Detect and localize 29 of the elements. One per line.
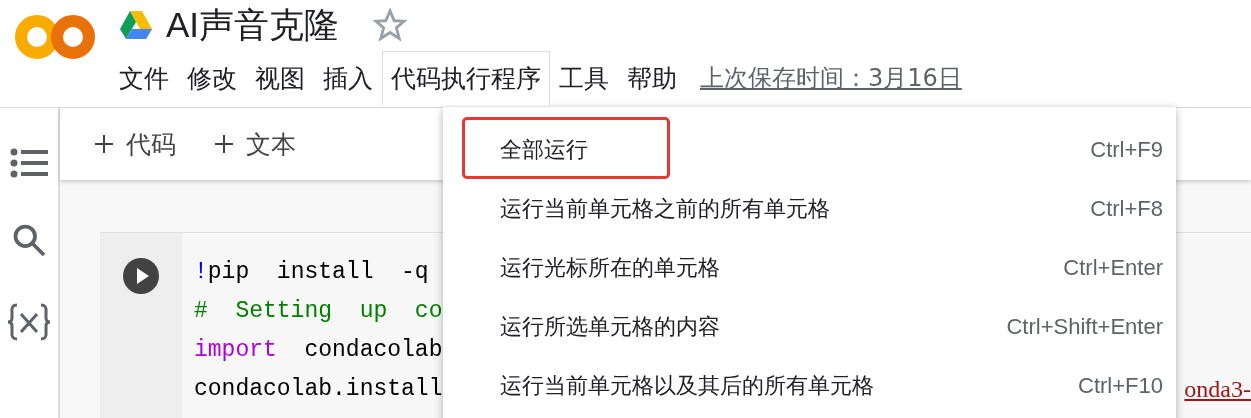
last-saved-link[interactable]: 上次保存时间：3月16日 [700, 62, 962, 94]
dropdown-item[interactable]: 运行所选单元格的内容 [500, 311, 720, 342]
dropdown-item[interactable]: 运行当前单元格之前的所有单元格 [500, 193, 830, 224]
plus-icon [214, 134, 234, 154]
variables-icon[interactable] [7, 302, 51, 342]
run-icon[interactable] [122, 257, 160, 295]
code-line: !pip install -q [194, 258, 429, 287]
list-icon[interactable] [10, 148, 48, 178]
shortcut-label: Ctrl+F9 [1090, 136, 1163, 163]
shortcut-label: Ctrl+Shift+Enter [1006, 313, 1163, 340]
star-icon[interactable] [373, 8, 408, 42]
dropdown-item[interactable]: 运行光标所在的单元格 [500, 252, 720, 283]
code-line: # Setting up co [194, 297, 443, 326]
code-line: import condacolab [194, 336, 443, 365]
plus-icon [94, 134, 114, 154]
notebook-title[interactable]: AI声音克隆 [166, 1, 340, 49]
dropdown-item[interactable]: 运行当前单元格以及其后的所有单元格 [500, 370, 874, 401]
shortcut-label: Ctrl+Enter [1063, 254, 1163, 281]
dropdown-item[interactable]: 全部运行 [500, 134, 588, 165]
shortcut-label: Ctrl+F10 [1078, 372, 1163, 399]
add-cell-button[interactable]: 文本 [210, 127, 300, 161]
logo-icon [14, 14, 96, 60]
add-cell-button[interactable]: 代码 [90, 127, 180, 161]
menu-item[interactable]: 代码执行程序 [382, 51, 550, 105]
code-link[interactable]: onda3- [1184, 370, 1251, 409]
search-icon[interactable] [11, 222, 47, 258]
code-line: condacolab.install [194, 375, 443, 404]
drive-icon [120, 11, 152, 39]
shortcut-label: Ctrl+F8 [1090, 195, 1163, 222]
